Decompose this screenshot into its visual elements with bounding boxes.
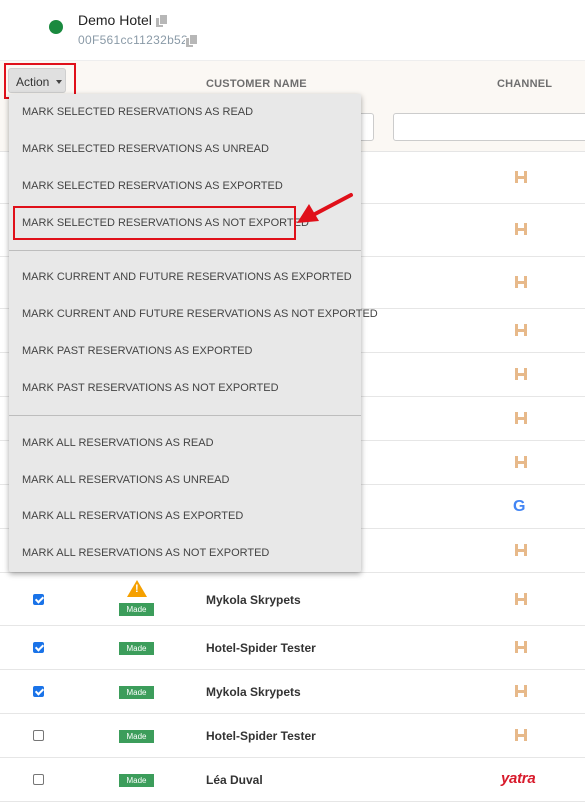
status-badge: Made xyxy=(119,730,154,743)
status-badge: Made xyxy=(119,774,154,787)
customer-name: Léa Duval xyxy=(206,773,263,787)
hotel-spider-channel-icon xyxy=(514,275,528,289)
table-row[interactable]: Made Hotel-Spider Tester xyxy=(0,713,585,758)
hotel-spider-channel-icon xyxy=(514,592,528,606)
row-checkbox[interactable] xyxy=(33,642,44,653)
hotel-spider-channel-icon xyxy=(514,367,528,381)
customer-name: Mykola Skrypets xyxy=(206,685,301,699)
customer-name: Mykola Skrypets xyxy=(206,593,301,607)
menu-item-mark-current-future-exported[interactable]: MARK CURRENT AND FUTURE RESERVATIONS AS … xyxy=(22,271,352,283)
menu-item-mark-all-not-exported[interactable]: MARK ALL RESERVATIONS AS NOT EXPORTED xyxy=(22,547,269,559)
table-row[interactable]: ! Made Mykola Skrypets xyxy=(0,572,585,626)
menu-item-mark-all-unread[interactable]: MARK ALL RESERVATIONS AS UNREAD xyxy=(22,474,229,486)
channel-filter-input[interactable] xyxy=(393,113,585,141)
hotel-id: 00F561cc11232b52 xyxy=(78,33,188,47)
copy-id-icon[interactable] xyxy=(185,34,198,48)
hotel-name: Demo Hotel xyxy=(78,12,152,28)
menu-item-highlight xyxy=(13,206,296,240)
status-badge: Made xyxy=(119,686,154,699)
hotel-spider-channel-icon xyxy=(514,543,528,557)
hotel-spider-channel-icon xyxy=(514,455,528,469)
hotel-spider-channel-icon xyxy=(514,323,528,337)
menu-divider xyxy=(9,250,361,251)
table-row[interactable]: Made Mykola Skrypets xyxy=(0,669,585,714)
google-channel-icon: G xyxy=(513,498,526,515)
row-checkbox[interactable] xyxy=(33,594,44,605)
row-checkbox[interactable] xyxy=(33,686,44,697)
copy-icon[interactable] xyxy=(155,14,168,28)
red-arrow-icon xyxy=(297,193,353,223)
menu-item-mark-all-read[interactable]: MARK ALL RESERVATIONS AS READ xyxy=(22,437,214,449)
hotel-spider-channel-icon xyxy=(514,728,528,742)
header: Demo Hotel 00F561cc11232b52 xyxy=(0,0,585,60)
column-customer-name[interactable]: CUSTOMER NAME xyxy=(206,78,307,90)
row-checkbox[interactable] xyxy=(33,774,44,785)
column-channel[interactable]: CHANNEL xyxy=(497,78,552,90)
status-badge: Made xyxy=(119,603,154,616)
hotel-spider-channel-icon xyxy=(514,640,528,654)
warning-icon: ! xyxy=(127,580,147,597)
hotel-spider-channel-icon xyxy=(514,411,528,425)
customer-name: Hotel-Spider Tester xyxy=(206,641,316,655)
menu-item-mark-current-future-not-exported[interactable]: MARK CURRENT AND FUTURE RESERVATIONS AS … xyxy=(22,308,378,320)
menu-item-mark-selected-read[interactable]: MARK SELECTED RESERVATIONS AS READ xyxy=(22,106,253,118)
menu-item-mark-selected-exported[interactable]: MARK SELECTED RESERVATIONS AS EXPORTED xyxy=(22,180,283,192)
menu-item-mark-past-not-exported[interactable]: MARK PAST RESERVATIONS AS NOT EXPORTED xyxy=(22,382,279,394)
table-row[interactable]: Made Léa Duval xyxy=(0,757,585,802)
hotel-spider-channel-icon xyxy=(514,684,528,698)
action-dropdown-menu: MARK SELECTED RESERVATIONS AS READ MARK … xyxy=(9,94,378,572)
customer-name: Hotel-Spider Tester xyxy=(206,729,316,743)
status-dot-icon xyxy=(49,20,63,34)
table-row[interactable]: Made Hotel-Spider Tester xyxy=(0,625,585,670)
yatra-channel-logo: yatra xyxy=(501,770,536,787)
hotel-spider-channel-icon xyxy=(514,170,528,184)
hotel-spider-channel-icon xyxy=(514,222,528,236)
status-badge: Made xyxy=(119,642,154,655)
menu-item-mark-selected-unread[interactable]: MARK SELECTED RESERVATIONS AS UNREAD xyxy=(22,143,269,155)
row-checkbox[interactable] xyxy=(33,730,44,741)
menu-item-mark-past-exported[interactable]: MARK PAST RESERVATIONS AS EXPORTED xyxy=(22,345,252,357)
menu-divider xyxy=(9,415,361,416)
menu-item-mark-all-exported[interactable]: MARK ALL RESERVATIONS AS EXPORTED xyxy=(22,510,243,522)
